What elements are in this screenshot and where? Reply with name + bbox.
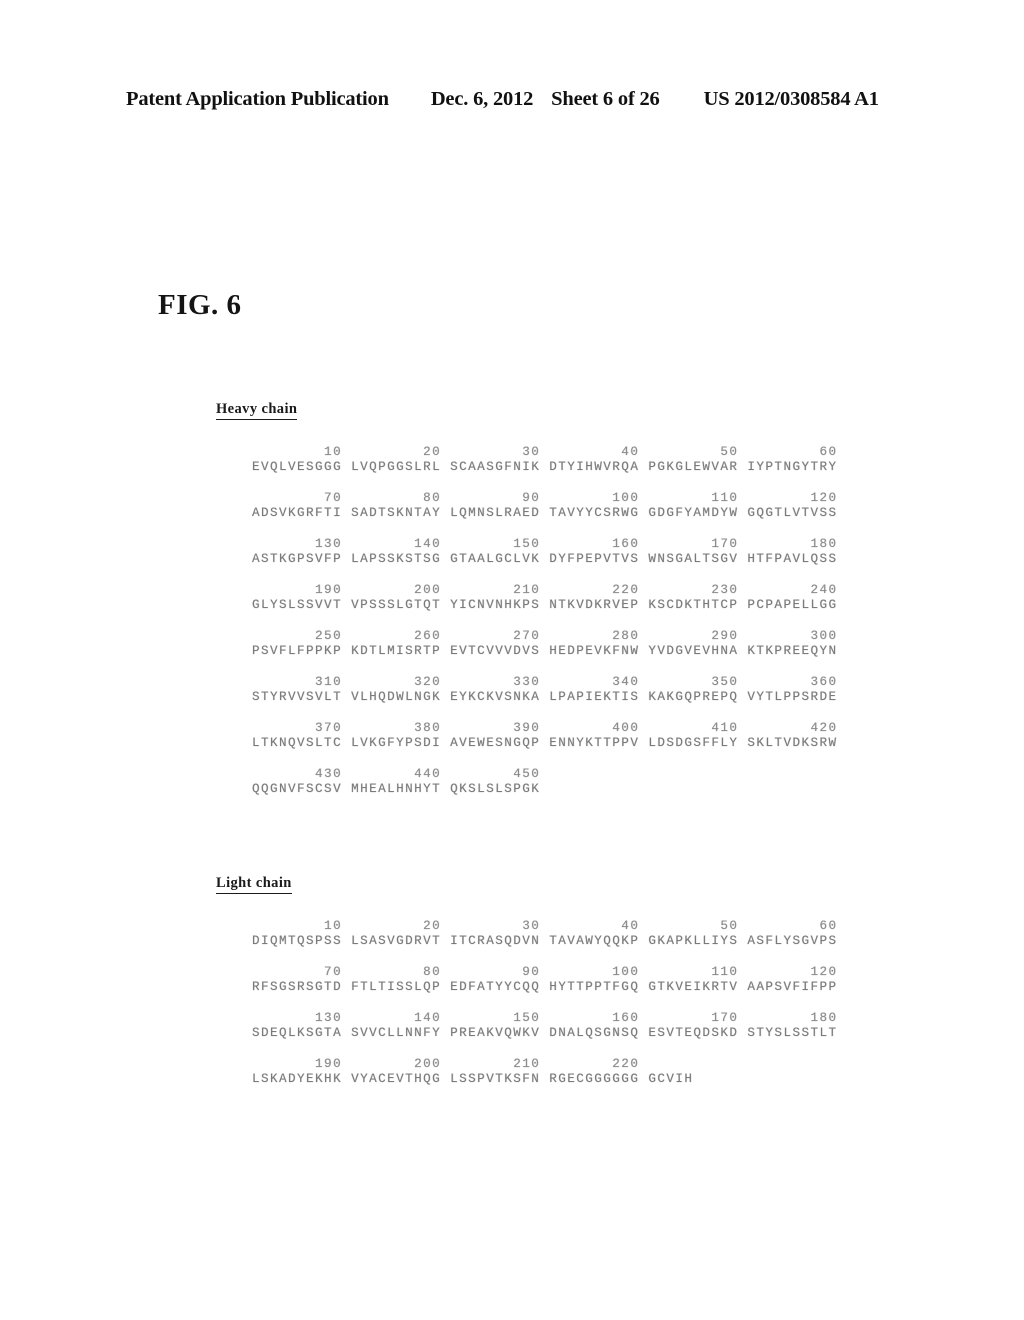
sequence-row: 130 140 150 160 170 180 SDEQLKSGTA SVVCLL… xyxy=(252,1011,914,1045)
sequence-row: 310 320 330 340 350 360 STYRVVSVLT VLHQDW… xyxy=(252,675,914,709)
publication-title: Patent Application Publication xyxy=(126,88,389,110)
sequence-position-numbers: 190 200 210 220 xyxy=(252,1057,640,1071)
sequence-residues: STYRVVSVLT VLHQDWLNGK EYKCKVSNKA LPAPIEK… xyxy=(252,690,838,704)
sequence-position-numbers: 70 80 90 100 110 120 xyxy=(252,965,838,979)
sequence-position-numbers: 310 320 330 340 350 360 xyxy=(252,675,838,689)
light-chain-title: Light chain xyxy=(216,875,292,894)
sequence-residues: GLYSLSSVVT VPSSSLGTQT YICNVNHKPS NTKVDKR… xyxy=(252,598,838,612)
light-chain-sequence-rows: 10 20 30 40 50 60 DIQMTQSPSS LSASVGDRVT I… xyxy=(252,919,914,1091)
sequence-row: 370 380 390 400 410 420 LTKNQVSLTC LVKGFY… xyxy=(252,721,914,755)
sequence-position-numbers: 130 140 150 160 170 180 xyxy=(252,1011,838,1025)
sequence-residues: ADSVKGRFTI SADTSKNTAY LQMNSLRAED TAVYYCS… xyxy=(252,506,838,520)
heavy-chain-section: Heavy chain 10 20 30 40 50 60 EVQLVESGGG … xyxy=(214,400,914,814)
sequence-residues: ASTKGPSVFP LAPSSKSTSG GTAALGCLVK DYFPEPV… xyxy=(252,552,838,566)
sequence-residues: PSVFLFPPKP KDTLMISRTP EVTCVVVDVS HEDPEVK… xyxy=(252,644,838,658)
sequence-residues: QQGNVFSCSV MHEALHNHYT QKSLSLSPGK xyxy=(252,782,541,796)
sequence-position-numbers: 190 200 210 220 230 240 xyxy=(252,583,838,597)
sequence-residues: DIQMTQSPSS LSASVGDRVT ITCRASQDVN TAVAWYQ… xyxy=(252,934,838,948)
sequence-row: 190 200 210 220 230 240 GLYSLSSVVT VPSSSL… xyxy=(252,583,914,617)
sequence-position-numbers: 130 140 150 160 170 180 xyxy=(252,537,838,551)
sequence-position-numbers: 10 20 30 40 50 60 xyxy=(252,919,838,933)
sequence-row: 130 140 150 160 170 180 ASTKGPSVFP LAPSSK… xyxy=(252,537,914,571)
sheet-number: Sheet 6 of 26 xyxy=(551,88,660,110)
sequence-residues: LSKADYEKHK VYACEVTHQG LSSPVTKSFN RGECGGG… xyxy=(252,1072,694,1086)
sequence-row: 70 80 90 100 110 120 ADSVKGRFTI SADTSKNTA… xyxy=(252,491,914,525)
sequence-row: 190 200 210 220 LSKADYEKHK VYACEVTHQG LSS… xyxy=(252,1057,914,1091)
sequence-position-numbers: 370 380 390 400 410 420 xyxy=(252,721,838,735)
sequence-position-numbers: 70 80 90 100 110 120 xyxy=(252,491,838,505)
sequence-row: 430 440 450 QQGNVFSCSV MHEALHNHYT QKSLSLS… xyxy=(252,767,914,801)
sequence-row: 250 260 270 280 290 300 PSVFLFPPKP KDTLMI… xyxy=(252,629,914,663)
sequence-residues: RFSGSRSGTD FTLTISSLQP EDFATYYCQQ HYTTPPT… xyxy=(252,980,838,994)
figure-label: FIG. 6 xyxy=(158,289,242,321)
sequence-residues: LTKNQVSLTC LVKGFYPSDI AVEWESNGQP ENNYKTT… xyxy=(252,736,838,750)
heavy-chain-title: Heavy chain xyxy=(216,401,298,420)
light-chain-section: Light chain 10 20 30 40 50 60 DIQMTQSPSS … xyxy=(214,874,914,1104)
sequence-row: 10 20 30 40 50 60 DIQMTQSPSS LSASVGDRVT I… xyxy=(252,919,914,953)
publication-header: Patent Application Publication Dec. 6, 2… xyxy=(126,88,898,114)
patent-drawing-page: Patent Application Publication Dec. 6, 2… xyxy=(0,0,1024,1320)
sequence-position-numbers: 250 260 270 280 290 300 xyxy=(252,629,838,643)
sequence-residues: SDEQLKSGTA SVVCLLNNFY PREAKVQWKV DNALQSG… xyxy=(252,1026,838,1040)
sequence-position-numbers: 430 440 450 xyxy=(252,767,541,781)
sequence-row: 70 80 90 100 110 120 RFSGSRSGTD FTLTISSLQ… xyxy=(252,965,914,999)
publication-number: US 2012/0308584 A1 xyxy=(703,88,879,110)
sequence-position-numbers: 10 20 30 40 50 60 xyxy=(252,445,838,459)
publication-date: Dec. 6, 2012 xyxy=(430,88,534,110)
heavy-chain-sequence-rows: 10 20 30 40 50 60 EVQLVESGGG LVQPGGSLRL S… xyxy=(252,445,914,801)
sequence-residues: EVQLVESGGG LVQPGGSLRL SCAASGFNIK DTYIHWV… xyxy=(252,460,838,474)
sequence-row: 10 20 30 40 50 60 EVQLVESGGG LVQPGGSLRL S… xyxy=(252,445,914,479)
